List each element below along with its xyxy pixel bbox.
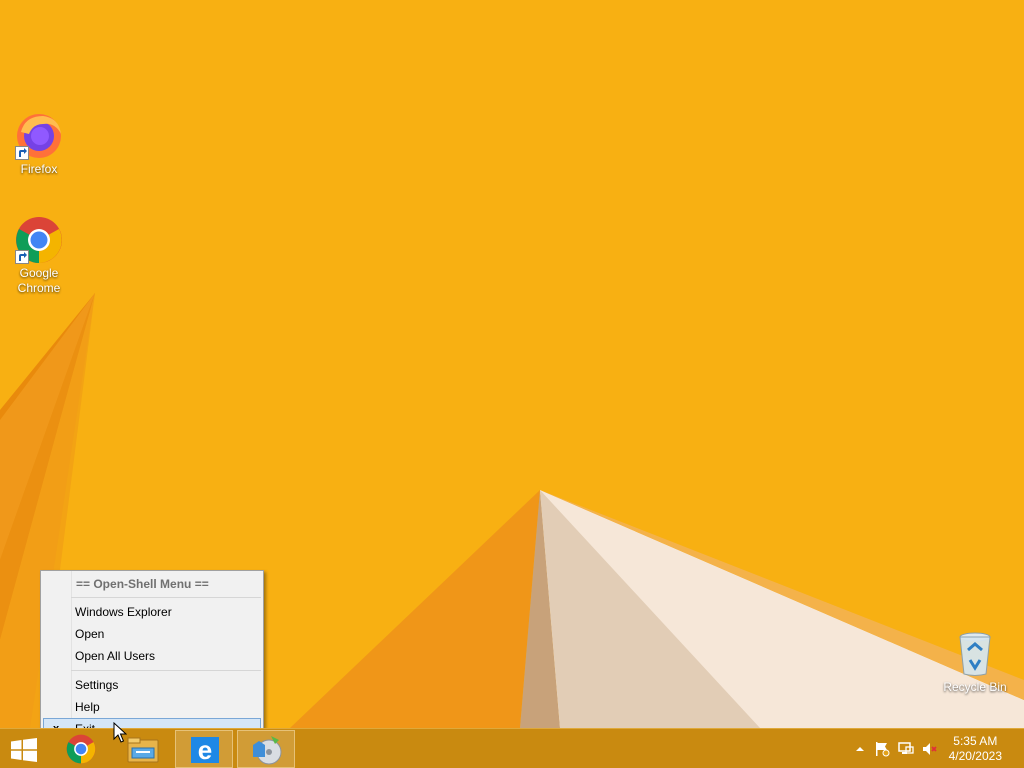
svg-text:e: e <box>198 736 212 764</box>
desktop-icon-label: Recycle Bin <box>943 680 1007 694</box>
file-explorer-icon <box>127 737 159 763</box>
recycle-bin-icon <box>951 630 999 678</box>
menu-item-label: Settings <box>75 678 119 692</box>
internet-explorer-icon: e <box>191 736 219 764</box>
network-button[interactable] <box>898 741 914 757</box>
taskbar-chrome-button[interactable] <box>52 730 110 768</box>
taskbar: e 5:35 AM 4/20/2023 <box>0 728 1024 768</box>
menu-header: == Open-Shell Menu == <box>43 573 261 595</box>
menu-header-label: == Open-Shell Menu == <box>76 577 209 591</box>
taskbar-media-player-button[interactable] <box>237 730 295 768</box>
taskbar-clock[interactable]: 5:35 AM 4/20/2023 <box>949 734 1002 764</box>
volume-button[interactable] <box>922 741 938 757</box>
start-button[interactable] <box>0 730 48 768</box>
menu-item-label: Help <box>75 700 100 714</box>
menu-item-label: Open All Users <box>75 649 156 663</box>
mouse-cursor-icon <box>113 722 127 743</box>
desktop-icon-label: Google Chrome <box>17 266 61 295</box>
menu-item-open[interactable]: Open <box>43 623 261 645</box>
network-icon <box>898 742 914 754</box>
clock-time: 5:35 AM <box>953 734 998 748</box>
chrome-icon <box>66 734 96 764</box>
shortcut-arrow-icon <box>15 146 29 160</box>
desktop-icon-google-chrome[interactable]: Google Chrome <box>4 216 74 296</box>
clock-date: 4/20/2023 <box>948 749 1002 763</box>
menu-item-settings[interactable]: Settings <box>43 674 261 696</box>
desktop-icon-recycle-bin[interactable]: Recycle Bin <box>940 630 1010 695</box>
show-hidden-icons-button[interactable] <box>852 741 868 757</box>
open-shell-context-menu: == Open-Shell Menu == Windows Explorer O… <box>40 570 264 743</box>
action-center-flag-icon <box>876 742 890 757</box>
menu-separator <box>71 670 261 671</box>
firefox-icon <box>15 112 63 160</box>
windows-logo-icon <box>11 738 37 762</box>
show-hidden-icons-chevron-icon <box>856 747 864 751</box>
menu-item-help[interactable]: Help <box>43 696 261 718</box>
shortcut-arrow-icon <box>15 250 29 264</box>
menu-item-open-all-users[interactable]: Open All Users <box>43 645 261 667</box>
menu-separator <box>71 597 261 598</box>
menu-item-label: Open <box>75 627 105 641</box>
volume-muted-icon <box>923 743 937 755</box>
desktop-icon-label: Firefox <box>20 162 58 176</box>
media-player-icon <box>253 736 282 765</box>
action-center-button[interactable] <box>874 741 890 757</box>
menu-item-label: Windows Explorer <box>75 605 172 619</box>
menu-item-windows-explorer[interactable]: Windows Explorer <box>43 601 261 623</box>
desktop-icon-firefox[interactable]: Firefox <box>4 112 74 177</box>
taskbar-internet-explorer-button[interactable]: e <box>175 730 233 768</box>
chrome-icon <box>15 216 63 264</box>
